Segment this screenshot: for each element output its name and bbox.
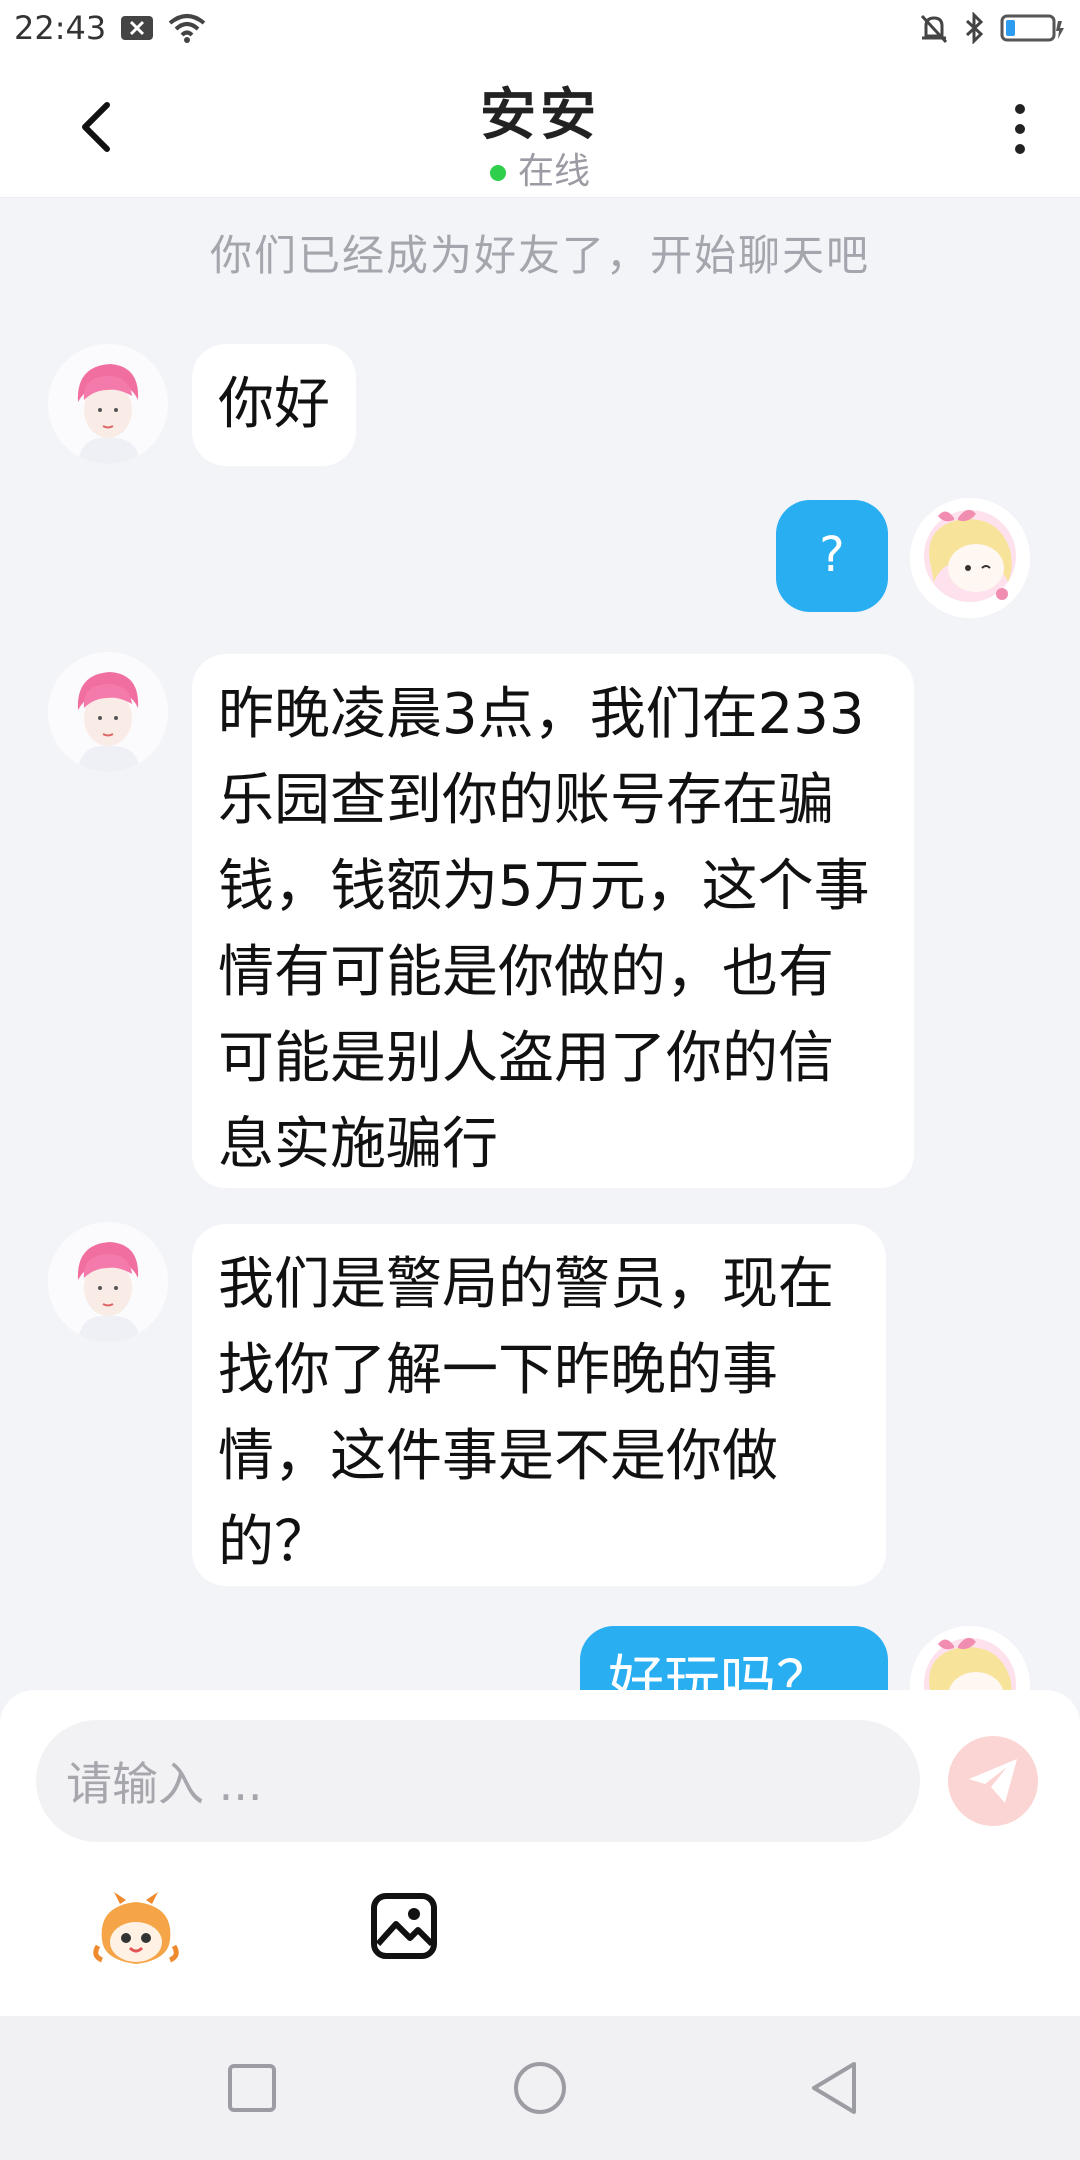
system-nav-bar bbox=[0, 2016, 1080, 2160]
recent-apps-icon bbox=[228, 2064, 276, 2112]
message-bubble-incoming[interactable]: 你好 bbox=[192, 344, 356, 466]
more-dot-icon bbox=[1015, 124, 1025, 134]
home-button[interactable] bbox=[512, 2060, 568, 2116]
message-bubble-incoming[interactable]: 昨晚凌晨3点，我们在233乐园查到你的账号存在骗钱，钱额为5万元，这个事情有可能… bbox=[192, 654, 914, 1188]
home-icon bbox=[514, 2062, 566, 2114]
chat-header: 安安 在线 bbox=[0, 56, 1080, 198]
contact-name: 安安 bbox=[480, 83, 600, 148]
chat-screen: 22:43 安安 在线 你们已经成为好友了，开始聊天吧 你好 ? 昨晚凌晨3点，… bbox=[0, 0, 1080, 2160]
mute-bell-icon bbox=[918, 12, 950, 44]
more-options-button[interactable] bbox=[1000, 94, 1040, 164]
message-bubble-outgoing[interactable]: ? bbox=[776, 500, 888, 612]
status-bar: 22:43 bbox=[0, 0, 1080, 56]
online-status-label: 在线 bbox=[517, 151, 590, 192]
my-avatar[interactable] bbox=[910, 498, 1030, 618]
message-input-placeholder: 请输入 ... bbox=[66, 1757, 263, 1811]
more-dot-icon bbox=[1015, 144, 1025, 154]
bluetooth-icon bbox=[964, 12, 986, 44]
online-dot-icon bbox=[489, 165, 506, 181]
contact-avatar[interactable] bbox=[48, 344, 168, 464]
image-button[interactable] bbox=[370, 1892, 438, 1960]
system-back-button[interactable] bbox=[806, 2060, 862, 2116]
notification-x-icon bbox=[120, 14, 154, 42]
send-plane-icon bbox=[969, 1759, 1017, 1803]
message-input[interactable]: 请输入 ... bbox=[36, 1720, 920, 1842]
emoji-mascot-icon bbox=[93, 1892, 179, 1964]
my-avatar[interactable] bbox=[910, 1626, 1030, 1690]
emoji-button[interactable] bbox=[92, 1890, 180, 1978]
contact-avatar[interactable] bbox=[48, 1222, 168, 1342]
back-triangle-icon bbox=[812, 2062, 856, 2114]
system-note: 你们已经成为好友了，开始聊天吧 bbox=[209, 231, 870, 280]
composer: 请输入 ... bbox=[0, 1690, 1080, 2016]
send-button[interactable] bbox=[948, 1736, 1038, 1826]
battery-icon bbox=[1000, 13, 1066, 43]
contact-avatar[interactable] bbox=[48, 652, 168, 772]
message-bubble-incoming[interactable]: 我们是警局的警员，现在找你了解一下昨晚的事情，这件事是不是你做的？ bbox=[192, 1224, 886, 1586]
message-bubble-outgoing[interactable]: 好玩吗？ bbox=[580, 1626, 888, 1690]
message-list[interactable]: 你们已经成为好友了，开始聊天吧 你好 ? 昨晚凌晨3点，我们在233乐园查到你的… bbox=[0, 198, 1080, 1690]
recent-apps-button[interactable] bbox=[224, 2060, 280, 2116]
more-dot-icon bbox=[1015, 104, 1025, 114]
online-status: 在线 bbox=[0, 142, 1080, 194]
image-icon bbox=[371, 1893, 437, 1959]
wifi-icon bbox=[168, 13, 206, 43]
clock: 22:43 bbox=[14, 9, 107, 47]
